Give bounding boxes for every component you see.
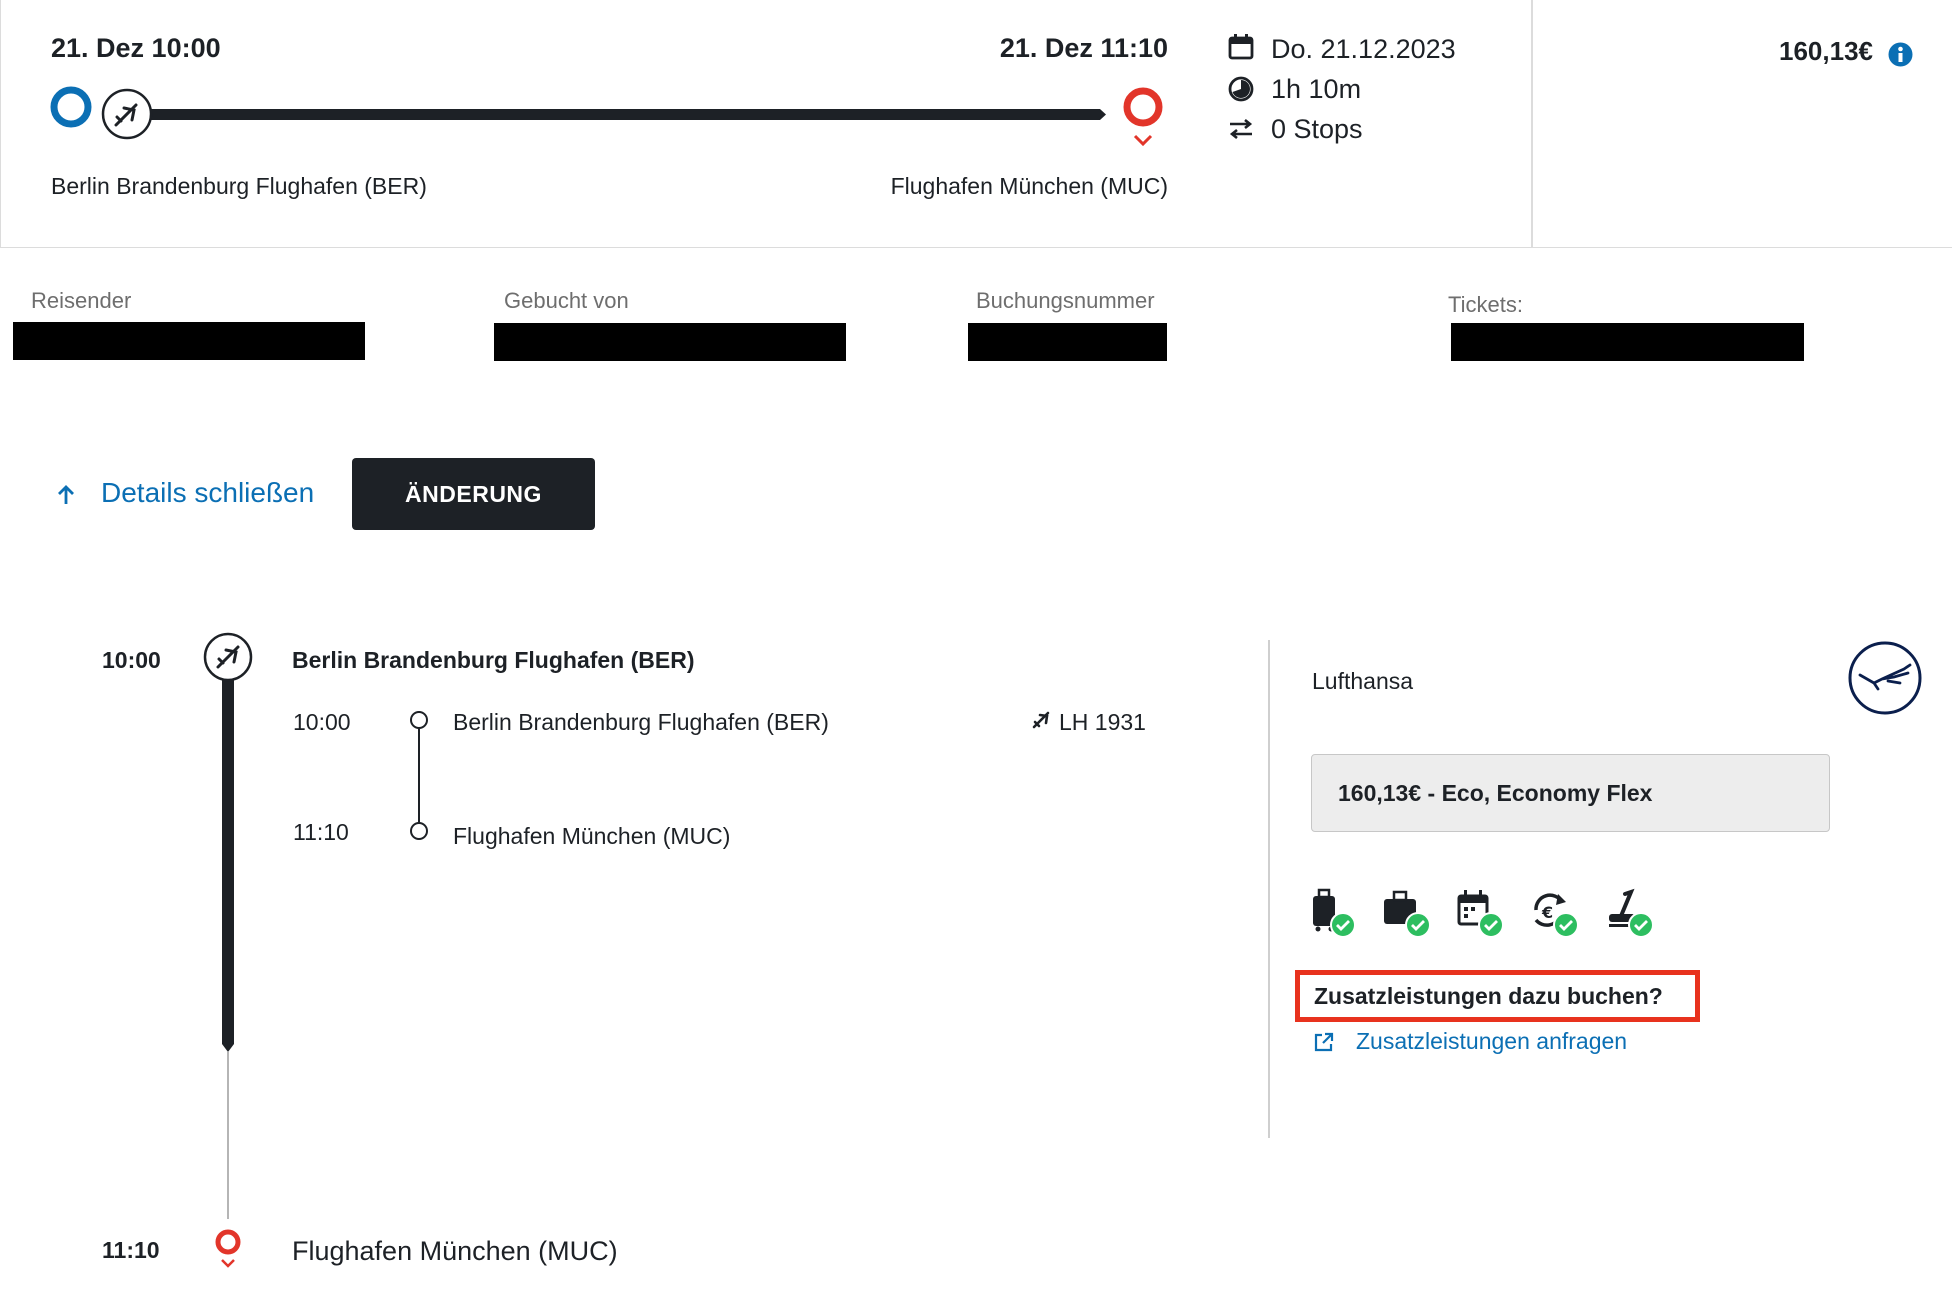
itinerary-end-time: 11:10: [102, 1237, 160, 1263]
timeline-plane-icon: [203, 632, 253, 682]
booked-by-label: Gebucht von: [504, 288, 629, 313]
lufthansa-logo-icon: [1848, 641, 1922, 715]
segment-line: [410, 711, 428, 840]
tickets-redacted: [1451, 323, 1804, 361]
flight-number: LH 1931: [1059, 709, 1146, 735]
info-icon[interactable]: [1888, 42, 1913, 67]
itinerary-start-time: 10:00: [102, 647, 161, 673]
airline-name: Lufthansa: [1312, 668, 1414, 694]
checked-bag-icon: [1384, 890, 1431, 938]
svg-text:€: €: [1541, 903, 1553, 922]
itinerary-end-airport: Flughafen München (MUC): [292, 1236, 618, 1266]
booked-by-redacted: [494, 323, 846, 361]
booking-number-redacted: [968, 323, 1167, 361]
stops-arrows-icon: [1229, 118, 1253, 140]
itinerary-timeline: [203, 632, 253, 1268]
flight-date: Do. 21.12.2023: [1271, 34, 1456, 64]
external-link-icon[interactable]: [1313, 1031, 1335, 1053]
destination-pin-icon: [1123, 87, 1163, 147]
carry-on-bag-icon: [1313, 888, 1356, 938]
flight-plane-icon: [1032, 711, 1050, 729]
panel-divider: [1268, 640, 1270, 1138]
flight-duration: 1h 10m: [1271, 74, 1362, 104]
route-line: [140, 109, 1100, 120]
segment-departure-time: 10:00: [293, 709, 351, 735]
tickets-label: Tickets:: [1448, 292, 1523, 317]
price-summary-card: [1532, 0, 1952, 248]
stops-count: 0 Stops: [1271, 114, 1363, 144]
timeline-destination-pin-icon: [215, 1229, 241, 1268]
calendar-icon: [1228, 34, 1254, 60]
close-details-link[interactable]: Details schließen: [101, 477, 314, 509]
destination-airport: Flughafen München (MUC): [890, 173, 1168, 199]
extras-question: Zusatzleistungen dazu buchen?: [1295, 970, 1700, 1022]
arrow-up-icon[interactable]: [55, 484, 77, 506]
itinerary-start-airport: Berlin Brandenburg Flughafen (BER): [292, 647, 695, 673]
origin-airport: Berlin Brandenburg Flughafen (BER): [51, 173, 427, 199]
route-line-graphic: [50, 86, 1163, 147]
refund-euro-icon: €: [1534, 893, 1579, 938]
request-extras-link[interactable]: Zusatzleistungen anfragen: [1356, 1028, 1627, 1055]
segment-arrival-airport: Flughafen München (MUC): [453, 823, 731, 849]
segment-arrival-time: 11:10: [293, 819, 349, 845]
seat-selection-icon: [1609, 888, 1654, 938]
fare-option-box[interactable]: 160,13€ - Eco, Economy Flex: [1311, 754, 1830, 832]
duration-clock-icon: [1228, 76, 1254, 102]
origin-marker-icon: [50, 86, 92, 128]
traveler-label: Reisender: [31, 288, 132, 313]
traveler-name-redacted: [13, 322, 365, 360]
total-price: 160,13€: [1779, 36, 1873, 66]
plane-icon: [101, 88, 153, 140]
rebooking-calendar-icon: [1457, 890, 1504, 938]
change-button[interactable]: ÄNDERUNG: [352, 458, 595, 530]
segment-departure-airport: Berlin Brandenburg Flughafen (BER): [453, 709, 829, 735]
booking-number-label: Buchungsnummer: [976, 288, 1155, 313]
